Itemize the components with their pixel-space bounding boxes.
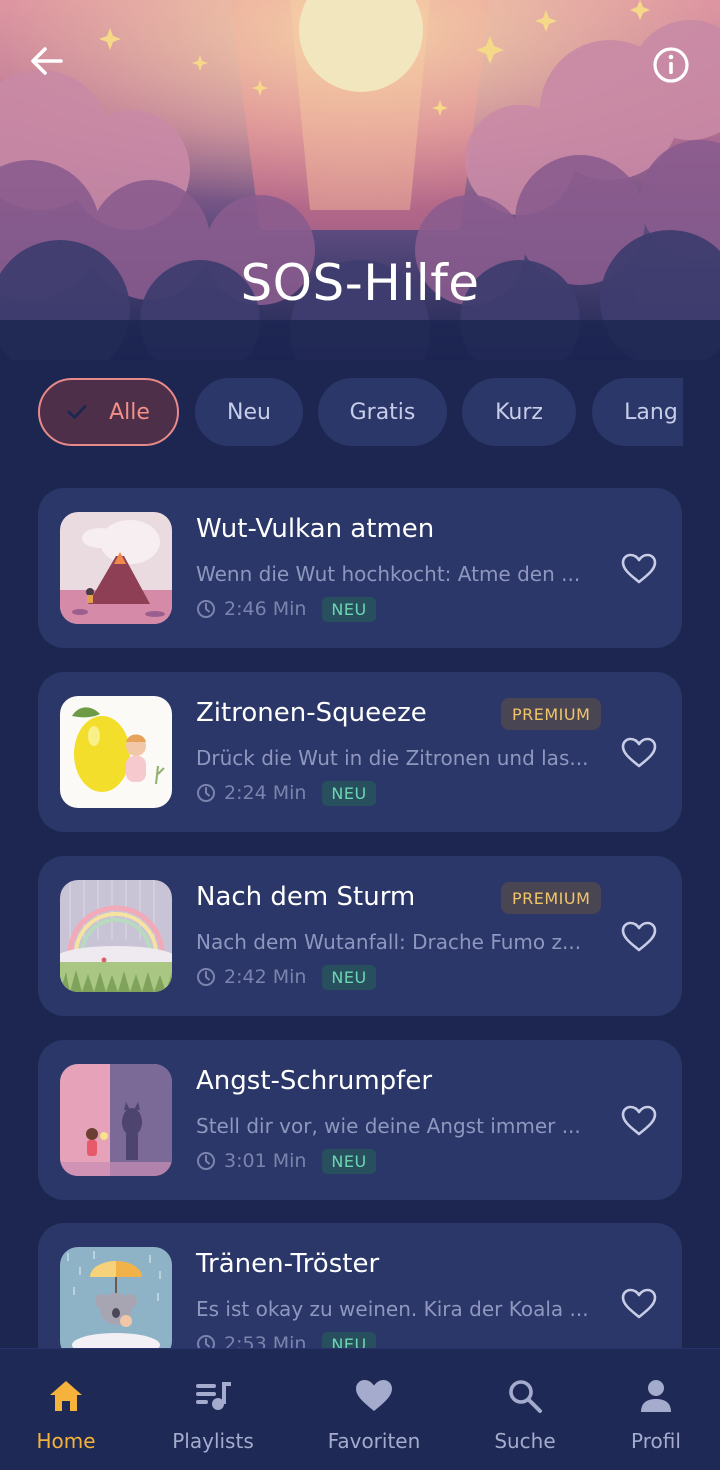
person-icon [639,1377,673,1415]
heart-outline-icon [621,921,657,952]
thumbnail-lemon [60,696,172,808]
info-circle-icon [653,47,689,83]
list-item[interactable]: Wut-Vulkan atmen Wenn die Wut hochkocht:… [38,488,682,648]
item-duration: 2:24 Min [224,782,307,804]
exercise-list: Wut-Vulkan atmen Wenn die Wut hochkocht:… [0,488,720,1348]
item-title: Wut-Vulkan atmen [196,514,435,544]
chip-label: Kurz [495,399,543,425]
nav-favoriten[interactable]: Favoriten [302,1349,446,1470]
playlist-icon [194,1377,232,1415]
chip-kurz[interactable]: Kurz [462,378,576,446]
search-icon [507,1377,543,1415]
item-title: Zitronen-Squeeze [196,698,427,728]
chip-alle[interactable]: Alle [38,378,179,446]
item-duration: 2:42 Min [224,966,307,988]
item-meta: 2:42 Min NEU [196,964,376,990]
new-badge: NEU [322,1331,376,1348]
item-duration: 2:46 Min [224,598,307,620]
filter-chips: Alle Neu Gratis Kurz Lang [38,378,683,446]
item-title: Tränen-Tröster [196,1249,380,1279]
item-title: Nach dem Sturm [196,882,416,912]
item-meta: 2:53 Min NEU [196,1331,376,1348]
premium-badge: PREMIUM [501,698,602,730]
heart-outline-icon [621,1105,657,1136]
heart-outline-icon [621,1288,657,1319]
chip-label: Lang [624,399,678,425]
favorite-button[interactable] [618,1100,660,1142]
nav-label: Profil [631,1429,681,1453]
new-badge: NEU [322,596,376,622]
item-duration: 3:01 Min [224,1150,307,1172]
item-description: Es ist okay zu weinen. Kira der Koala ..… [196,1297,589,1321]
item-duration: 2:53 Min [224,1333,307,1348]
info-button[interactable] [652,46,698,92]
bottom-navigation: Home Playlists Favoriten Suche Profil [0,1348,720,1470]
heart-icon [354,1377,394,1415]
thumbnail-rainbow [60,880,172,992]
clock-icon [196,783,216,803]
chip-label: Neu [227,399,271,425]
check-icon [67,404,87,420]
nav-label: Favoriten [327,1429,421,1453]
list-item[interactable]: Nach dem Sturm PREMIUM Nach dem Wutanfal… [38,856,682,1016]
favorite-button[interactable] [618,732,660,774]
list-item[interactable]: Angst-Schrumpfer Stell dir vor, wie dein… [38,1040,682,1200]
thumbnail-shadow [60,1064,172,1176]
chip-gratis[interactable]: Gratis [318,378,447,446]
nav-home[interactable]: Home [0,1349,138,1470]
back-button[interactable] [30,46,76,92]
chip-label: Gratis [349,399,416,425]
favorite-button[interactable] [618,1283,660,1325]
favorite-button[interactable] [618,916,660,958]
nav-playlists[interactable]: Playlists [141,1349,285,1470]
thumbnail-koala [60,1247,172,1348]
heart-outline-icon [621,553,657,584]
item-description: Wenn die Wut hochkocht: Atme den ... [196,562,581,586]
nav-label: Suche [494,1429,556,1453]
clock-icon [196,1334,216,1348]
favorite-button[interactable] [618,548,660,590]
item-meta: 2:46 Min NEU [196,596,376,622]
clock-icon [196,967,216,987]
nav-label: Home [36,1429,96,1453]
heart-outline-icon [621,737,657,768]
chip-neu[interactable]: Neu [195,378,303,446]
new-badge: NEU [322,1148,376,1174]
premium-badge: PREMIUM [501,882,602,914]
new-badge: NEU [322,964,376,990]
new-badge: NEU [322,780,376,806]
thumbnail-volcano [60,512,172,624]
home-icon [48,1377,84,1415]
arrow-left-icon [31,47,63,75]
nav-profil[interactable]: Profil [584,1349,720,1470]
item-description: Nach dem Wutanfall: Drache Fumo z... [196,930,582,954]
nav-suche[interactable]: Suche [453,1349,597,1470]
list-item[interactable]: Tränen-Tröster Es ist okay zu weinen. Ki… [38,1223,682,1348]
item-description: Stell dir vor, wie deine Angst immer ... [196,1114,581,1138]
clock-icon [196,1151,216,1171]
list-item[interactable]: Zitronen-Squeeze PREMIUM Drück die Wut i… [38,672,682,832]
chip-lang[interactable]: Lang [592,378,683,446]
item-meta: 3:01 Min NEU [196,1148,376,1174]
chip-label: Alle [109,399,150,425]
item-title: Angst-Schrumpfer [196,1066,433,1096]
item-description: Drück die Wut in die Zitronen und las... [196,746,589,770]
clock-icon [196,599,216,619]
item-meta: 2:24 Min NEU [196,780,376,806]
page-title: SOS-Hilfe [240,254,480,312]
nav-label: Playlists [172,1429,254,1453]
